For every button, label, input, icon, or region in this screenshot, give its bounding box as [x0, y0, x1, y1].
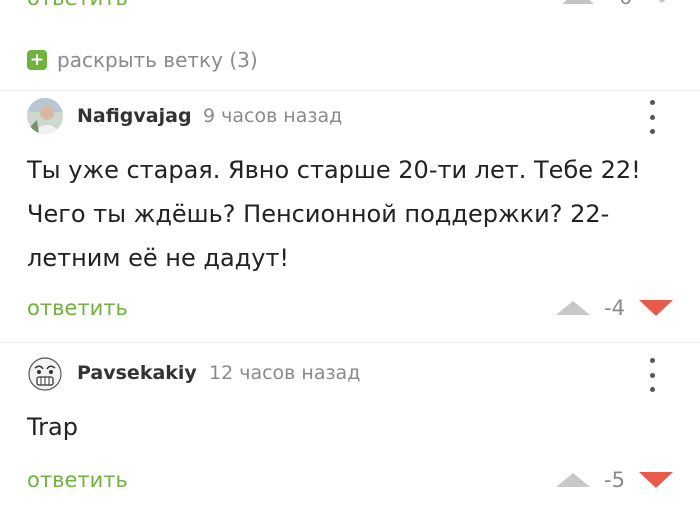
reply-button[interactable]: ответить [27, 468, 128, 492]
rating-value: -4 [604, 296, 625, 320]
reply-button[interactable]: ответить [27, 0, 128, 10]
expand-thread-button[interactable]: + раскрыть ветку (3) [27, 48, 258, 72]
upvote-icon[interactable] [562, 0, 594, 4]
rating-control: -4 [556, 296, 673, 320]
upvote-icon[interactable] [556, 301, 590, 315]
downvote-icon[interactable] [638, 300, 673, 316]
upvote-icon[interactable] [556, 473, 590, 487]
comment-time: 12 часов назад [209, 362, 361, 384]
rating-value: -6 [612, 0, 632, 9]
avatar[interactable] [27, 98, 63, 134]
comment-author[interactable]: Pavsekakiy [77, 362, 197, 384]
expand-thread-label: раскрыть ветку (3) [57, 48, 258, 72]
downvote-icon[interactable] [649, 0, 674, 3]
comment-time: 9 часов назад [203, 105, 343, 127]
comment-body: Trap [27, 405, 677, 449]
comment-line: Ты уже старая. Явно старше 20-ти лет. Те… [27, 156, 641, 184]
downvote-icon[interactable] [638, 472, 673, 488]
divider [0, 90, 700, 91]
comment-line: летним её не дадут! [27, 244, 290, 272]
comment-author[interactable]: Nafigvajag [77, 105, 192, 127]
plus-icon: + [27, 50, 47, 70]
rating-control: -6 [562, 0, 674, 9]
reply-button[interactable]: ответить [27, 296, 128, 320]
comment-menu-icon[interactable] [645, 100, 659, 134]
comment-body: Ты уже старая. Явно старше 20-ти лет. Те… [27, 148, 677, 280]
avatar[interactable] [27, 356, 63, 392]
rating-control: -5 [556, 468, 673, 492]
comment-line: Чего ты ждёшь? Пенсионной поддержки? 22- [27, 200, 610, 228]
rating-value: -5 [604, 468, 625, 492]
comment-menu-icon[interactable] [645, 358, 659, 392]
divider [0, 342, 700, 343]
comment-line: Trap [27, 413, 78, 441]
